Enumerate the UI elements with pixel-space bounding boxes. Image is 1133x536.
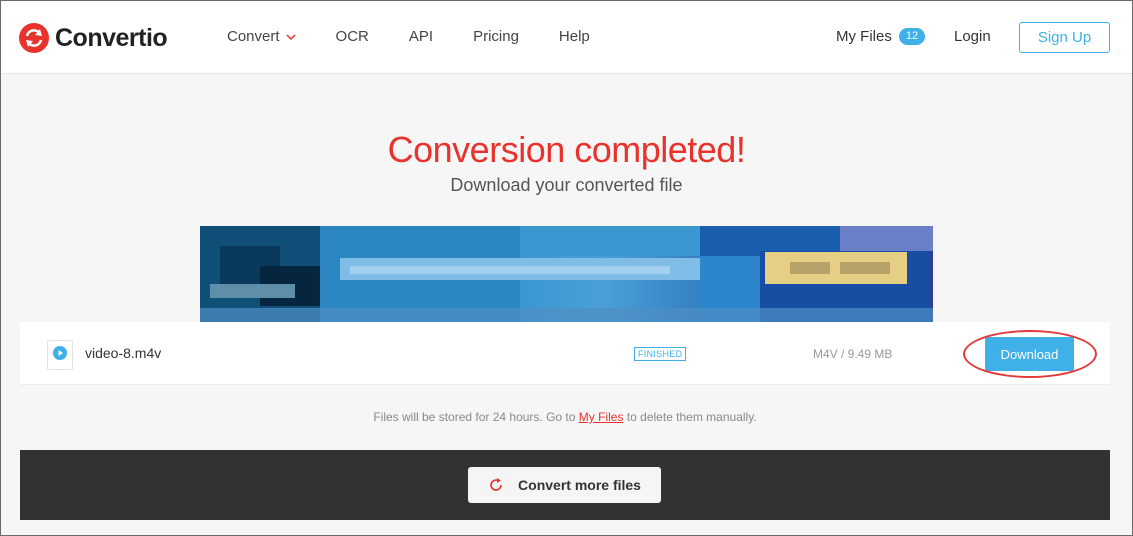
convertio-logo-icon [19,23,49,53]
file-row: video-8.m4v FINISHED M4V / 9.49 MB Downl… [20,322,1110,385]
page-title: Conversion completed! [387,129,746,170]
login-link[interactable]: Login [954,28,991,45]
ad-block [200,308,933,322]
logo-text: Convertio [55,23,168,52]
ad-block [210,284,295,298]
files-count-badge: 12 [898,28,926,45]
nav-item-label: Convert [227,28,280,45]
file-type-icon [47,340,73,370]
nav-item-api[interactable]: API [409,28,433,45]
my-files-label: My Files [836,28,892,45]
ad-banner[interactable] [200,226,933,322]
my-files-notice-link[interactable]: My Files [579,410,624,424]
ad-block [790,262,830,274]
page-subtitle: Download your converted file [450,175,683,195]
ad-block [350,266,670,274]
convert-more-label: Convert more files [518,477,641,493]
storage-notice: Files will be stored for 24 hours. Go to… [20,386,1110,450]
convert-more-files-button[interactable]: Convert more files [468,467,661,503]
ad-block [840,262,890,274]
notice-prefix: Files will be stored for 24 hours. Go to [373,410,576,424]
main-nav: Convert OCR API Pricing Help [227,28,630,45]
nav-item-pricing[interactable]: Pricing [473,28,519,45]
file-info: M4V / 9.49 MB [813,347,893,361]
nav-item-convert[interactable]: Convert [227,28,296,45]
ad-block [840,226,933,251]
notice-suffix: to delete them manually. [626,410,757,424]
logo[interactable]: Convertio [19,23,168,53]
chevron-down-icon [286,28,296,45]
nav-item-help[interactable]: Help [559,28,590,45]
nav-item-ocr[interactable]: OCR [336,28,369,45]
highlight-ellipse [963,330,1097,378]
my-files-link[interactable]: My Files 12 [836,28,926,45]
file-name: video-8.m4v [85,345,162,361]
refresh-icon [488,477,504,493]
convert-more-bar: Convert more files [20,450,1110,520]
ad-block [520,226,700,256]
signup-button[interactable]: Sign Up [1019,22,1110,53]
status-badge: FINISHED [634,347,687,361]
top-header: Convertio Convert OCR API Pricing Help M… [1,1,1132,74]
play-icon [53,345,67,365]
